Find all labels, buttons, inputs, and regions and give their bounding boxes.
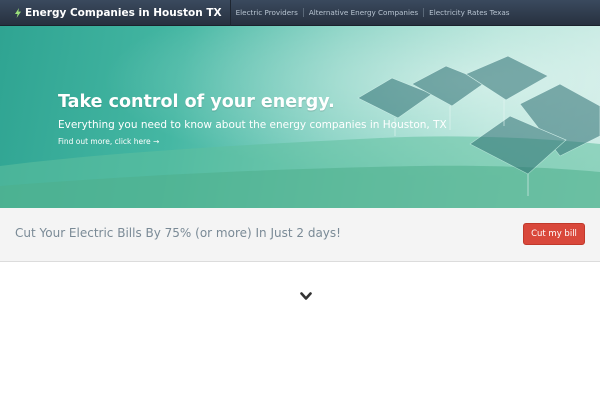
main-nav: Electric Providers Alternative Energy Co… — [231, 0, 515, 26]
hero-subtitle: Everything you need to know about the en… — [58, 119, 447, 131]
top-navbar: Energy Companies in Houston TX Electric … — [0, 0, 600, 26]
chevron-down-icon[interactable] — [300, 292, 312, 301]
brand-title: Energy Companies in Houston TX — [25, 6, 222, 19]
bolt-icon — [15, 7, 21, 18]
hero-title: Take control of your energy. — [58, 92, 335, 112]
nav-item-alternative-energy[interactable]: Alternative Energy Companies — [304, 0, 423, 26]
hero-banner: Take control of your energy. Everything … — [0, 26, 600, 208]
brand-link[interactable]: Energy Companies in Houston TX — [0, 0, 231, 26]
find-out-more-link[interactable]: Find out more, click here → — [58, 137, 159, 146]
nav-item-electric-providers[interactable]: Electric Providers — [231, 0, 303, 26]
cut-my-bill-button[interactable]: Cut my bill — [523, 223, 585, 245]
cta-band: Cut Your Electric Bills By 75% (or more)… — [0, 208, 600, 262]
solar-field-illustration — [0, 55, 600, 208]
cta-headline: Cut Your Electric Bills By 75% (or more)… — [15, 226, 341, 240]
nav-item-electricity-rates[interactable]: Electricity Rates Texas — [424, 0, 514, 26]
